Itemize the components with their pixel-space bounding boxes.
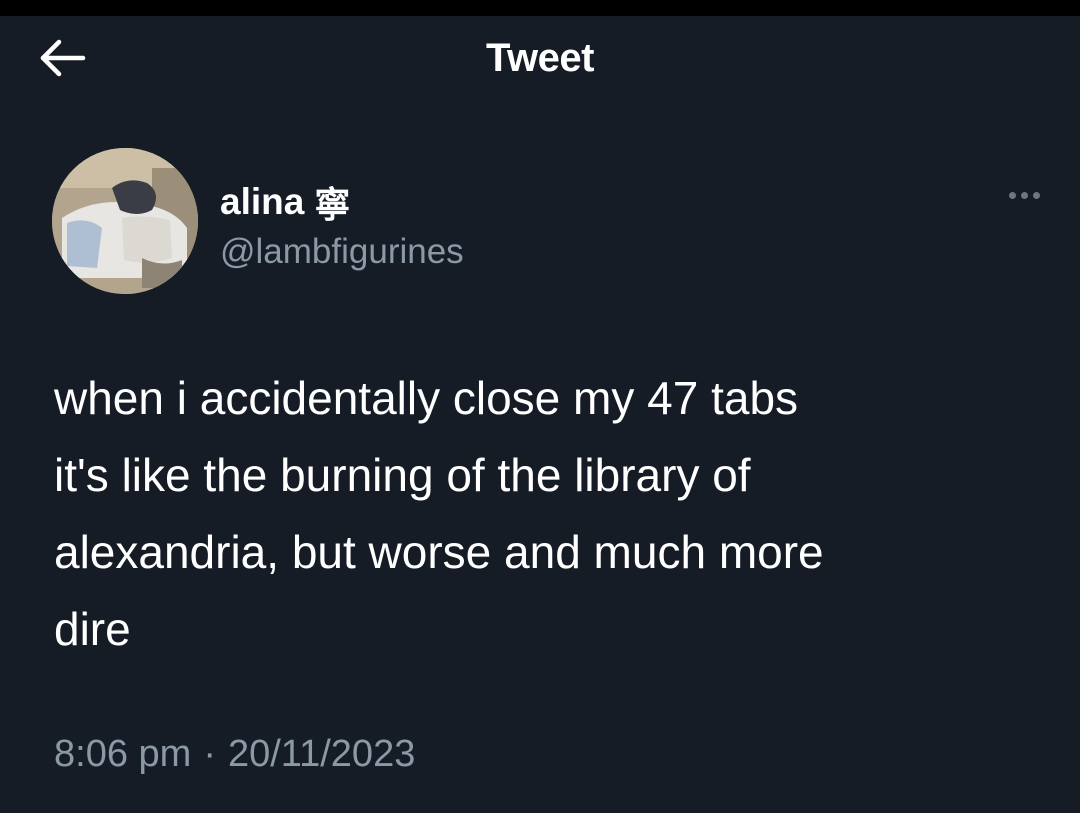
tweet-meta: 8:06 pm · 20/11/2023 [54, 733, 415, 776]
tweet-text: when i accidentally close my 47 tabs it'… [54, 372, 824, 655]
avatar-photo [52, 148, 198, 294]
name-glyph: 寧 [314, 185, 351, 226]
top-strip [0, 0, 1080, 16]
avatar[interactable] [52, 148, 198, 294]
name-row: alina 寧 [220, 176, 350, 228]
more-horizontal-icon [1008, 191, 1040, 199]
header: Tweet [0, 16, 1080, 102]
author-block: alina 寧 @lambfigurines [52, 148, 1012, 298]
user-handle[interactable]: @lambfigurines [220, 232, 464, 272]
more-options-button[interactable] [996, 180, 1052, 210]
display-name[interactable]: alina [220, 181, 304, 223]
page-title: Tweet [486, 36, 594, 80]
meta-separator: · [203, 733, 216, 775]
tweet-time[interactable]: 8:06 pm [54, 733, 191, 776]
tweet-date[interactable]: 20/11/2023 [228, 733, 415, 776]
